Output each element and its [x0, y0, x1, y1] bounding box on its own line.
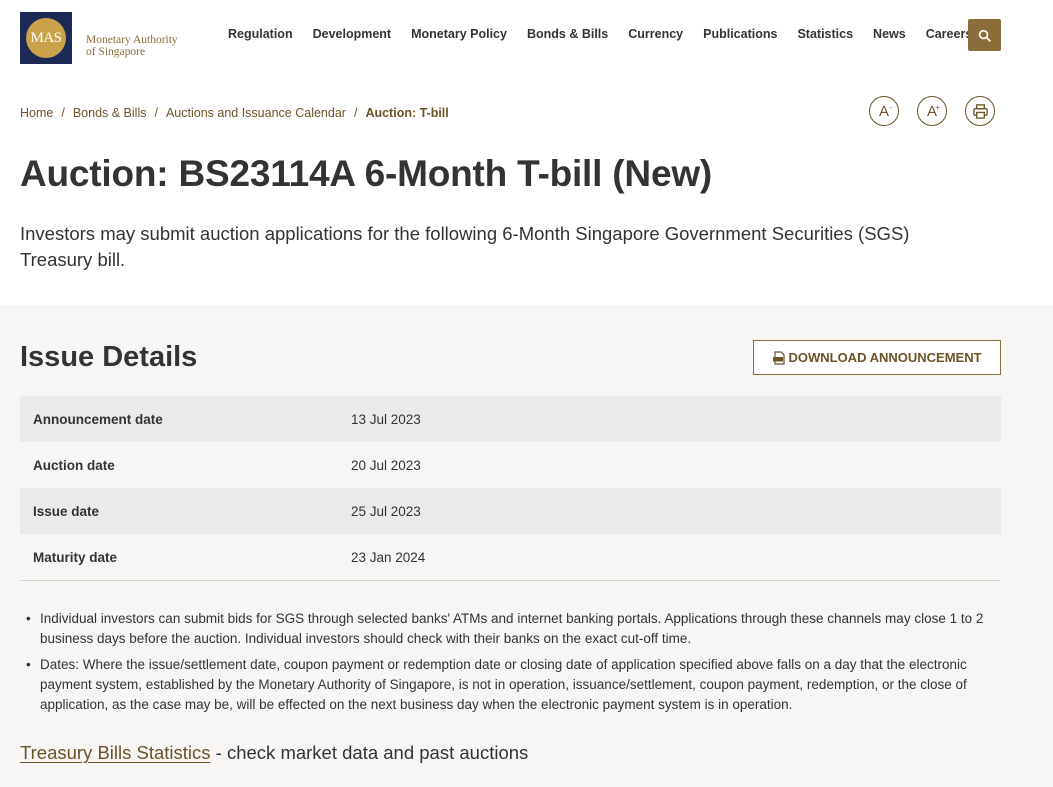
- nav-monetary-policy[interactable]: Monetary Policy: [411, 27, 507, 41]
- row-value: 13 Jul 2023: [351, 411, 421, 427]
- decrease-font-button[interactable]: A -: [869, 96, 899, 126]
- row-label: Maturity date: [33, 549, 118, 565]
- logo-seal: MAS: [26, 18, 66, 58]
- page-tools: A - A +: [869, 96, 1013, 126]
- nav-careers[interactable]: Careers: [926, 27, 973, 41]
- search-icon: [978, 29, 991, 42]
- row-value: 23 Jan 2024: [351, 549, 426, 565]
- row-label: Issue date: [33, 503, 100, 519]
- nav-regulation[interactable]: Regulation: [228, 27, 293, 41]
- issue-notes: Individual investors can submit bids for…: [26, 609, 1006, 721]
- print-button[interactable]: [965, 96, 995, 126]
- treasury-stats-line: Treasury Bills Statistics - check market…: [20, 742, 528, 764]
- breadcrumb-separator: /: [154, 106, 158, 120]
- increase-font-button[interactable]: A +: [917, 96, 947, 126]
- nav-currency[interactable]: Currency: [628, 27, 683, 41]
- download-announcement-button[interactable]: DOWNLOAD ANNOUNCEMENT: [753, 340, 1001, 375]
- row-label: Auction date: [33, 457, 115, 473]
- breadcrumb-current: Auction: T-bill: [365, 106, 449, 120]
- table-row: Issue date 25 Jul 2023: [20, 488, 1001, 534]
- mas-logo[interactable]: MAS: [20, 12, 72, 64]
- note-item: Dates: Where the issue/settlement date, …: [26, 655, 1006, 715]
- nav-bonds-bills[interactable]: Bonds & Bills: [527, 27, 608, 41]
- decrease-font-icon: A: [878, 102, 889, 120]
- row-label: Announcement date: [33, 411, 163, 427]
- issue-details-table: Announcement date 13 Jul 2023 Auction da…: [20, 396, 1001, 581]
- breadcrumb-separator: /: [61, 106, 65, 120]
- row-value: 25 Jul 2023: [351, 503, 421, 519]
- table-row: Maturity date 23 Jan 2024: [20, 534, 1001, 580]
- treasury-bills-statistics-link[interactable]: Treasury Bills Statistics: [20, 742, 211, 763]
- logo-wordmark[interactable]: Monetary Authority of Singapore: [86, 34, 178, 58]
- treasury-stats-suffix: - check market data and past auctions: [210, 742, 529, 763]
- download-announcement-label: DOWNLOAD ANNOUNCEMENT: [788, 350, 982, 365]
- search-button[interactable]: [968, 19, 1001, 51]
- page-intro: Investors may submit auction application…: [20, 223, 910, 270]
- row-value: 20 Jul 2023: [351, 457, 421, 473]
- breadcrumb: Home / Bonds & Bills / Auctions and Issu…: [20, 106, 449, 120]
- logo-line-2: of Singapore: [86, 46, 146, 58]
- nav-development[interactable]: Development: [313, 27, 392, 41]
- print-icon: [972, 103, 988, 119]
- nav-statistics[interactable]: Statistics: [797, 27, 853, 41]
- breadcrumb-home[interactable]: Home: [20, 106, 53, 120]
- main-nav: Regulation Development Monetary Policy B…: [228, 27, 992, 41]
- logo-line-1: Monetary Authority: [86, 34, 178, 46]
- nav-news[interactable]: News: [873, 27, 906, 41]
- nav-publications[interactable]: Publications: [703, 27, 777, 41]
- table-row: Announcement date 13 Jul 2023: [20, 396, 1001, 442]
- table-row: Auction date 20 Jul 2023: [20, 442, 1001, 488]
- page-title: Auction: BS23114A 6-Month T-bill (New): [20, 153, 713, 194]
- issue-details-section: Issue Details DOWNLOAD ANNOUNCEMENT Anno…: [0, 305, 1053, 787]
- issue-details-title: Issue Details: [20, 341, 198, 373]
- breadcrumb-separator: /: [353, 106, 358, 120]
- pdf-icon: [772, 350, 786, 365]
- breadcrumb-bonds-bills[interactable]: Bonds & Bills: [73, 106, 147, 120]
- breadcrumb-auctions-calendar[interactable]: Auctions and Issuance Calendar: [166, 106, 346, 120]
- note-item: Individual investors can submit bids for…: [26, 609, 1006, 649]
- logo-mark: MAS: [30, 29, 62, 46]
- site-header: MAS Monetary Authority of Singapore Regu…: [0, 0, 1053, 72]
- decrease-font-mark: -: [889, 103, 892, 112]
- increase-font-mark: +: [935, 103, 940, 112]
